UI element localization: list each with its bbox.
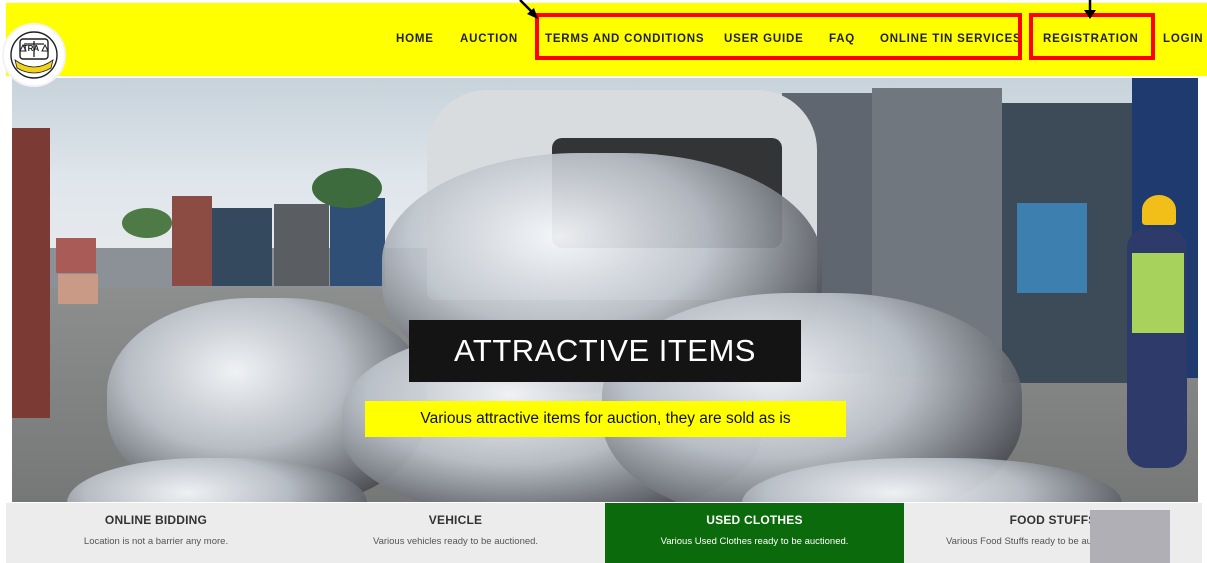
- annotation-highlight-box: [1029, 13, 1155, 60]
- category-vehicle[interactable]: VEHICLE Various vehicles ready to be auc…: [306, 503, 605, 563]
- tree-image: [122, 208, 172, 238]
- category-description: Various Used Clothes ready to be auction…: [660, 536, 849, 547]
- container-image: [12, 128, 50, 418]
- category-title: ONLINE BIDDING: [104, 513, 208, 527]
- container-image: [56, 238, 96, 273]
- worker-vest-image: [1132, 253, 1184, 333]
- hero-title: ATTRACTIVE ITEMS: [454, 333, 756, 368]
- category-description: Various Food Stuffs ready to be au: [946, 536, 1090, 547]
- nav-auction[interactable]: AUCTION: [460, 30, 518, 48]
- category-used-clothes[interactable]: USED CLOTHES Various Used Clothes ready …: [605, 503, 904, 563]
- category-title: USED CLOTHES: [706, 513, 803, 527]
- nav-home[interactable]: HOME: [396, 30, 434, 48]
- hero-banner: [12, 78, 1198, 502]
- category-description: Location is not a barrier any more.: [83, 536, 229, 547]
- annotation-arrow-icon: [519, 0, 538, 19]
- tree-image: [312, 168, 382, 208]
- overlay-placeholder: [1090, 510, 1170, 563]
- container-image: [274, 204, 329, 286]
- container-image: [212, 208, 272, 286]
- nav-login[interactable]: LOGIN: [1163, 30, 1203, 48]
- container-image: [58, 274, 98, 304]
- logo-label: TRA: [22, 44, 40, 53]
- scales-of-justice-icon: [10, 31, 58, 79]
- hero-subtitle: Various attractive items for auction, th…: [420, 410, 791, 427]
- tra-logo[interactable]: [2, 23, 66, 87]
- hard-hat-image: [1142, 195, 1176, 225]
- annotation-arrow-icon: [1084, 0, 1096, 19]
- container-image: [1017, 203, 1087, 293]
- container-image: [172, 196, 212, 286]
- container-image: [330, 198, 385, 286]
- category-description: Various vehicles ready to be auctioned.: [372, 536, 539, 547]
- annotation-highlight-box: [535, 13, 1022, 60]
- category-title: VEHICLE: [428, 513, 483, 527]
- category-online-bidding[interactable]: ONLINE BIDDING Location is not a barrier…: [6, 503, 306, 563]
